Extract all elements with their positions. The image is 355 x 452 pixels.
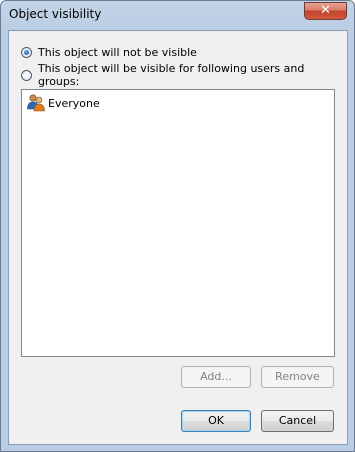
users-groups-list[interactable]: Everyone <box>21 89 335 357</box>
users-group-icon <box>27 94 45 112</box>
close-icon: ✕ <box>320 3 331 18</box>
radio-visible-for-indicator[interactable] <box>21 69 32 81</box>
cancel-button[interactable]: Cancel <box>261 410 334 432</box>
radio-not-visible-indicator[interactable] <box>21 46 32 58</box>
title-bar[interactable]: Object visibility ✕ <box>1 1 354 31</box>
radio-visible-for-label[interactable]: This object will be visible for followin… <box>38 62 347 88</box>
add-button[interactable]: Add... <box>181 366 251 388</box>
ok-button[interactable]: OK <box>181 410 251 432</box>
list-item-label: Everyone <box>48 96 100 110</box>
dialog-window: Object visibility ✕ This object will not… <box>0 0 355 452</box>
radio-not-visible[interactable]: This object will not be visible <box>21 44 197 60</box>
list-item[interactable]: Everyone <box>26 93 100 113</box>
remove-button[interactable]: Remove <box>261 366 334 388</box>
close-button[interactable]: ✕ <box>304 2 347 20</box>
window-title: Object visibility <box>9 7 102 21</box>
radio-visible-for[interactable]: This object will be visible for followin… <box>21 62 347 88</box>
radio-not-visible-label[interactable]: This object will not be visible <box>38 46 197 59</box>
dialog-body: This object will not be visible This obj… <box>8 30 348 445</box>
